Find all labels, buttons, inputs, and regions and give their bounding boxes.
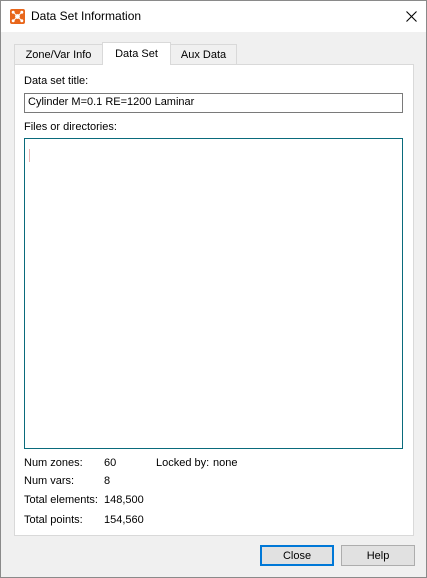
text-caret: [29, 149, 30, 162]
help-button[interactable]: Help: [341, 545, 415, 566]
num-zones-value: 60: [104, 457, 117, 469]
tab-label: Aux Data: [180, 48, 227, 61]
num-vars-label: Num vars:: [24, 475, 75, 487]
files-label: Files or directories:: [24, 121, 117, 133]
total-points-value: 154,560: [104, 514, 144, 526]
tab-label: Data Set: [115, 48, 158, 60]
tecplot-app-icon: [10, 9, 25, 24]
data-set-title-label: Data set title:: [24, 75, 89, 87]
data-set-title-input[interactable]: Cylinder M=0.1 RE=1200 Laminar: [24, 93, 403, 113]
locked-by-value: none: [213, 457, 238, 469]
window-title: Data Set Information: [31, 9, 142, 23]
close-icon[interactable]: [396, 1, 426, 32]
title-bar: Data Set Information: [1, 1, 426, 32]
locked-by-label: Locked by:: [156, 457, 210, 469]
total-elements-value: 148,500: [104, 494, 144, 506]
tab-data-set[interactable]: Data Set: [102, 42, 171, 65]
data-set-panel: Data set title: Cylinder M=0.1 RE=1200 L…: [14, 64, 414, 536]
data-set-information-dialog: Data Set Information Zone/Var Info Data …: [0, 0, 427, 578]
num-vars-value: 8: [104, 475, 111, 487]
total-points-label: Total points:: [24, 514, 83, 526]
tab-label: Zone/Var Info: [25, 48, 92, 61]
files-textarea[interactable]: [24, 138, 403, 449]
total-elements-label: Total elements:: [24, 494, 98, 506]
tab-aux-data[interactable]: Aux Data: [170, 44, 237, 64]
num-zones-label: Num zones:: [24, 457, 83, 469]
tab-zone-var-info[interactable]: Zone/Var Info: [14, 44, 103, 64]
close-button[interactable]: Close: [260, 545, 334, 566]
